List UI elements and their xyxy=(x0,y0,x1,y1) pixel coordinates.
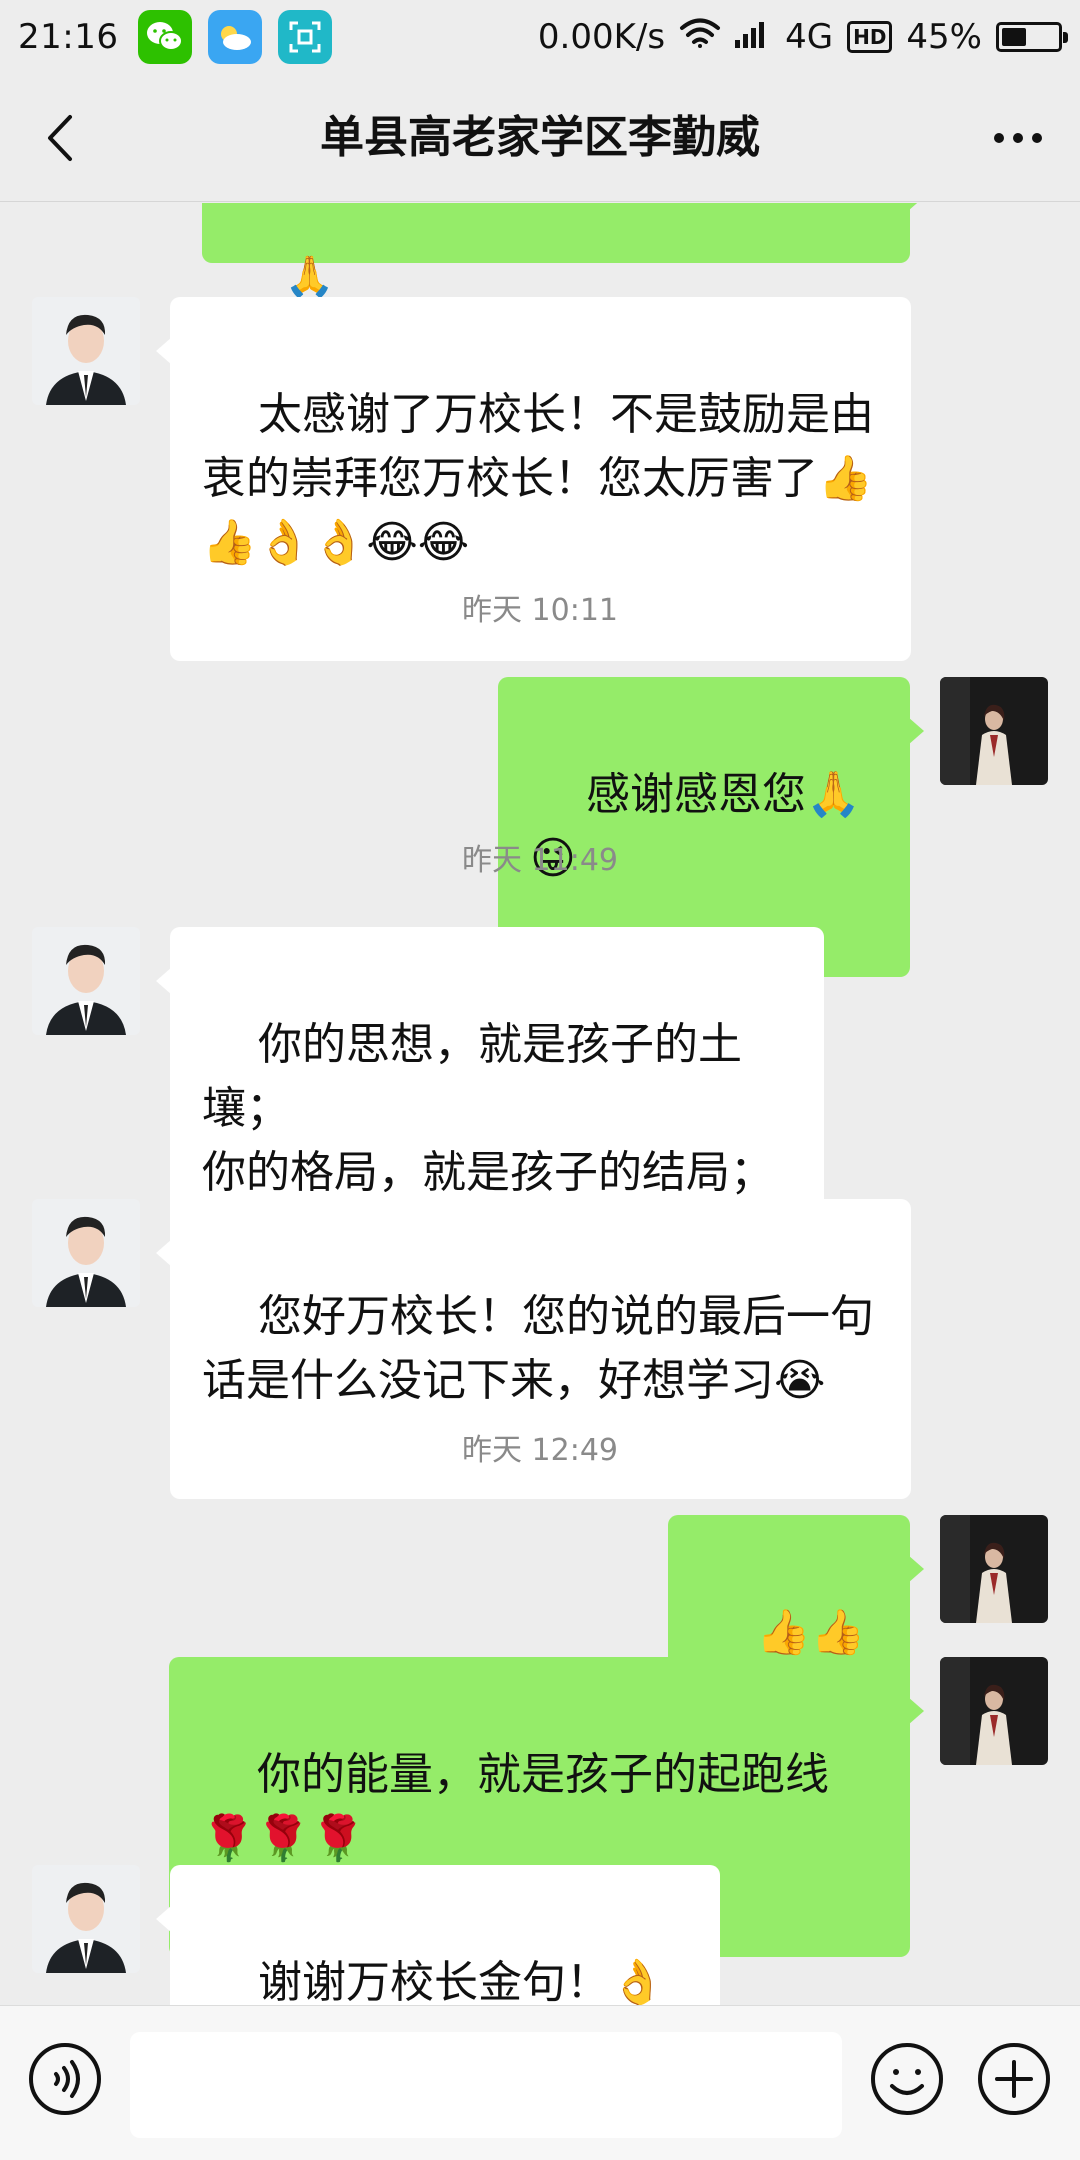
message-text: 🙏 xyxy=(284,254,335,300)
battery-percent: 45% xyxy=(906,17,982,57)
emoji-icon[interactable] xyxy=(870,2042,944,2116)
message-bubble-incoming[interactable]: 谢谢万校长金句！👌👌 xyxy=(156,1865,720,2005)
chat-header: 单县高老家学区李勤威 xyxy=(0,74,1080,202)
network-type: 4G xyxy=(785,17,834,57)
back-arrow-icon[interactable] xyxy=(28,106,92,170)
status-time: 21:16 xyxy=(18,17,119,57)
battery-level xyxy=(1002,28,1027,46)
wifi-icon xyxy=(679,17,721,58)
message-bubble-outgoing[interactable]: 🙏 xyxy=(202,203,924,300)
timestamp: 昨天 12:49 xyxy=(462,1433,618,1468)
avatar-contact[interactable] xyxy=(32,297,140,405)
avatar-contact[interactable] xyxy=(32,1865,140,1973)
plus-icon[interactable] xyxy=(977,2042,1051,2116)
timestamp: 昨天 10:11 xyxy=(462,593,618,628)
weather-icon xyxy=(208,10,263,64)
input-bar xyxy=(0,2005,1080,2160)
hd-badge: HD xyxy=(847,21,893,53)
message-text: 太感谢了万校长！不是鼓励是由衷的崇拜您万校长！您太厉害了👍👍👌👌😂😂 xyxy=(202,389,874,568)
signal-icon xyxy=(735,17,771,57)
message-text: 谢谢万校长金句！👌👌 xyxy=(257,1957,665,2005)
avatar-self[interactable] xyxy=(940,1515,1048,1623)
avatar-contact[interactable] xyxy=(32,1199,140,1307)
avatar-self[interactable] xyxy=(940,677,1048,785)
message-text: 您好万校长！您的说的最后一句话是什么没记下来，好想学习😭 xyxy=(202,1291,874,1406)
chat-title: 单县高老家学区李勤威 xyxy=(320,112,760,163)
timestamp: 昨天 11:49 xyxy=(462,843,618,878)
avatar-contact[interactable] xyxy=(32,927,140,1035)
scan-icon xyxy=(278,10,333,64)
wechat-icon xyxy=(138,10,193,64)
message-list[interactable]: 🙏 太感谢了万校长！不是鼓励是由衷的崇拜您万校长！您太厉害了👍👍👌👌😂😂 昨天 … xyxy=(0,203,1080,2005)
message-text: 你的能量，就是孩子的起跑线🌹🌹🌹 xyxy=(201,1749,829,1864)
net-speed: 0.00K/s xyxy=(537,17,666,57)
voice-icon[interactable] xyxy=(28,2042,102,2116)
avatar-self[interactable] xyxy=(940,1657,1048,1765)
message-input[interactable] xyxy=(130,2032,842,2138)
more-icon[interactable] xyxy=(986,106,1050,170)
status-bar: 21:16 0.00K/s 4G HD 45% xyxy=(0,0,1080,74)
battery-icon xyxy=(996,22,1068,52)
